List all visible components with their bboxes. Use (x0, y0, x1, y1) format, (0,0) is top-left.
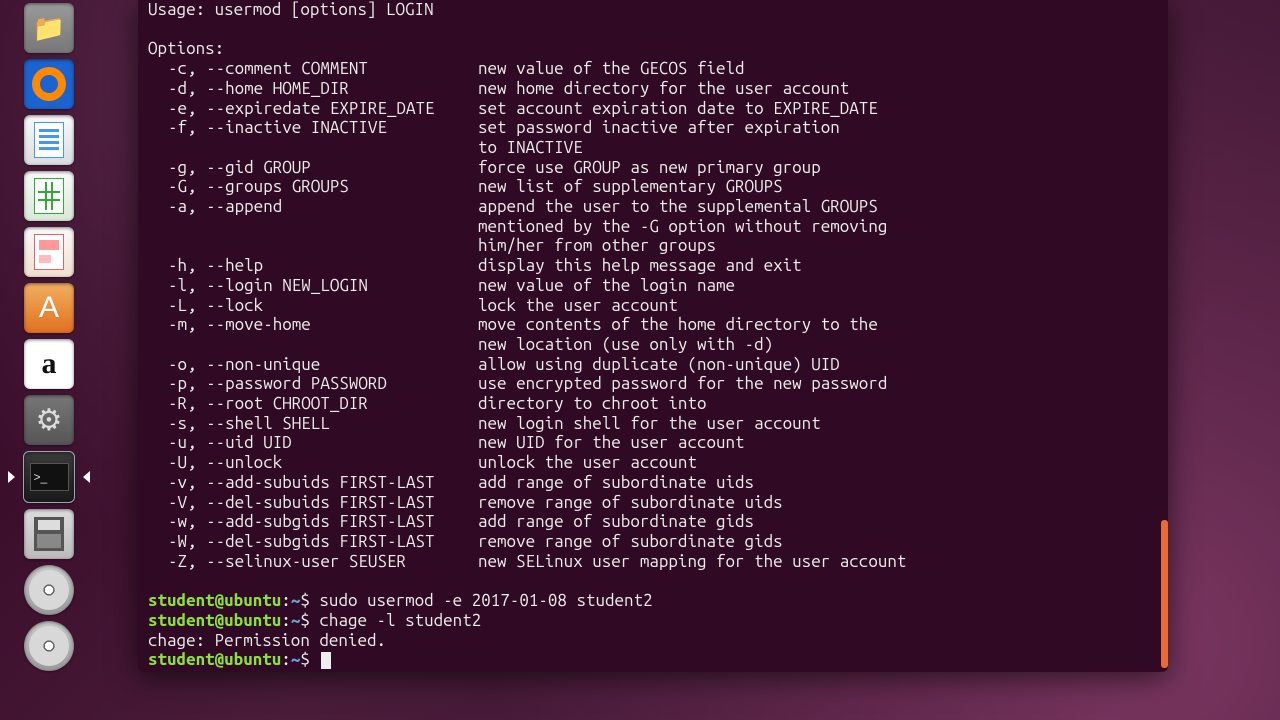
option-row: -a, --appendappend the user to the suppl… (148, 197, 1158, 217)
options-header: Options: (148, 39, 1158, 59)
amazon-icon[interactable]: a (24, 339, 74, 389)
option-row: -f, --inactive INACTIVEset password inac… (148, 118, 1158, 138)
software-center-icon[interactable]: A (24, 283, 74, 333)
option-row: -u, --uid UIDnew UID for the user accoun… (148, 433, 1158, 453)
option-row: to INACTIVE (148, 138, 1158, 158)
option-row: -s, --shell SHELLnew login shell for the… (148, 414, 1158, 434)
terminal-scrollbar[interactable] (1161, 520, 1168, 668)
option-row: -U, --unlockunlock the user account (148, 453, 1158, 473)
option-row: -G, --groups GROUPSnew list of supplemen… (148, 177, 1158, 197)
dvd2-icon[interactable] (24, 621, 74, 671)
option-row: -d, --home HOME_DIRnew home directory fo… (148, 79, 1158, 99)
option-row: -p, --password PASSWORDuse encrypted pas… (148, 374, 1158, 394)
option-row: -h, --helpdisplay this help message and … (148, 256, 1158, 276)
option-row: -c, --comment COMMENTnew value of the GE… (148, 59, 1158, 79)
terminal-window[interactable]: Usage: usermod [options] LOGIN Options:-… (138, 0, 1168, 672)
usage-line: Usage: usermod [options] LOGIN (148, 0, 1158, 20)
firefox-icon[interactable] (24, 59, 74, 109)
terminal-icon[interactable]: >_ (23, 451, 75, 503)
output-line: chage: Permission denied. (148, 631, 1158, 651)
terminal-output[interactable]: Usage: usermod [options] LOGIN Options:-… (138, 0, 1168, 672)
option-row: -W, --del-subgids FIRST-LASTremove range… (148, 532, 1158, 552)
command-text: chage -l student2 (319, 611, 481, 630)
unity-launcher: 📁 A a ⚙ >_ (0, 0, 98, 720)
option-row: -V, --del-subuids FIRST-LASTremove range… (148, 493, 1158, 513)
option-row: -g, --gid GROUPforce use GROUP as new pr… (148, 158, 1158, 178)
option-row: -e, --expiredate EXPIRE_DATEset account … (148, 99, 1158, 119)
option-row: -l, --login NEW_LOGINnew value of the lo… (148, 276, 1158, 296)
dvd1-icon[interactable] (24, 565, 74, 615)
option-row: new location (use only with -d) (148, 335, 1158, 355)
disk-icon[interactable] (24, 509, 74, 559)
impress-icon[interactable] (24, 227, 74, 277)
option-row: mentioned by the -G option without remov… (148, 217, 1158, 237)
settings-icon[interactable]: ⚙ (24, 395, 74, 445)
command-text: sudo usermod -e 2017-01-08 student2 (319, 591, 652, 610)
option-row: -w, --add-subgids FIRST-LASTadd range of… (148, 512, 1158, 532)
option-row: -v, --add-subuids FIRST-LASTadd range of… (148, 473, 1158, 493)
option-row: -L, --locklock the user account (148, 296, 1158, 316)
prompt-line: student@ubuntu:~$ sudo usermod -e 2017-0… (148, 591, 1158, 611)
option-row: -Z, --selinux-user SEUSERnew SELinux use… (148, 552, 1158, 572)
option-row: -m, --move-homemove contents of the home… (148, 315, 1158, 335)
writer-icon[interactable] (24, 115, 74, 165)
cursor (321, 652, 331, 669)
option-row: -R, --root CHROOT_DIRdirectory to chroot… (148, 394, 1158, 414)
files-icon[interactable]: 📁 (24, 3, 74, 53)
calc-icon[interactable] (24, 171, 74, 221)
option-row: him/her from other groups (148, 236, 1158, 256)
option-row: -o, --non-uniqueallow using duplicate (n… (148, 355, 1158, 375)
current-prompt[interactable]: student@ubuntu:~$ (148, 650, 1158, 670)
prompt-line: student@ubuntu:~$ chage -l student2 (148, 611, 1158, 631)
